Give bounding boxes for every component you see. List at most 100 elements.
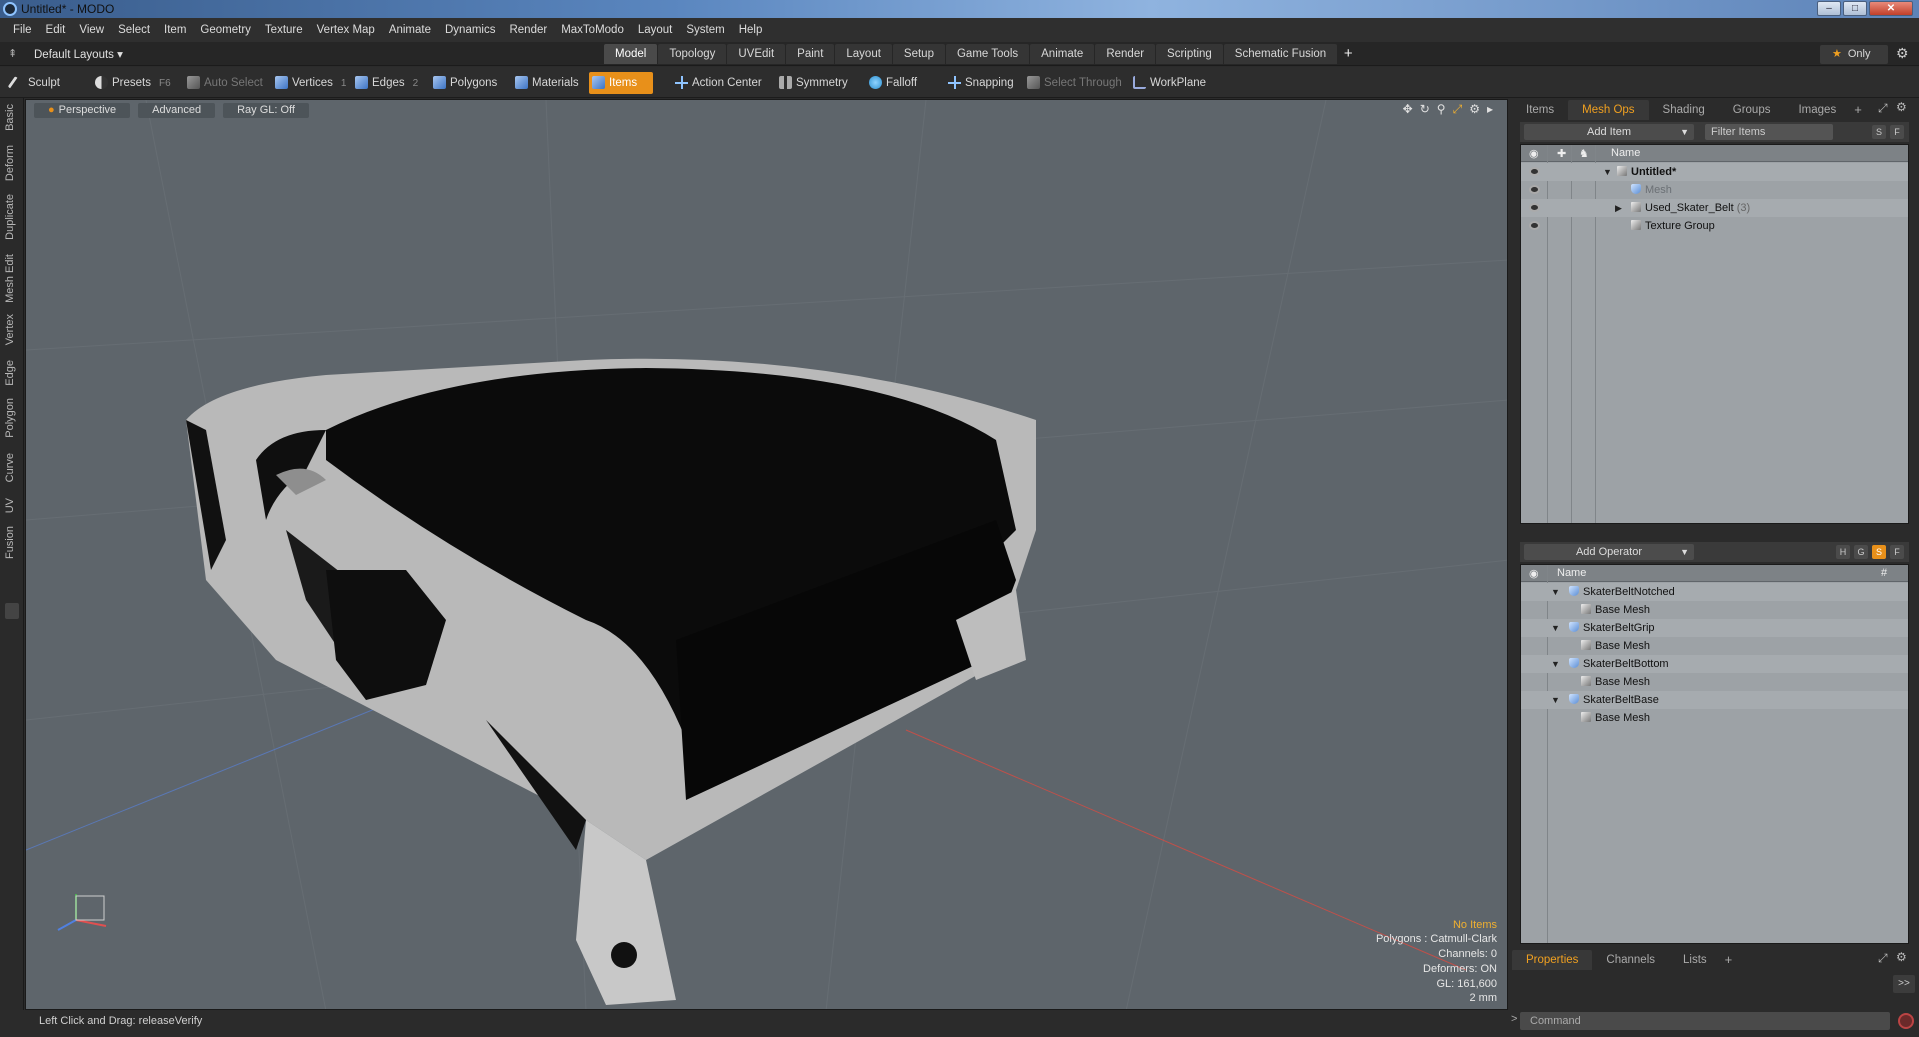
- command-input[interactable]: Command: [1520, 1012, 1890, 1030]
- meshop-row-base-mesh[interactable]: Base Mesh: [1521, 709, 1908, 727]
- move-view-icon[interactable]: ✥: [1403, 102, 1413, 117]
- vtab-edge[interactable]: Edge: [4, 360, 16, 386]
- advanced-button[interactable]: Advanced: [138, 103, 216, 118]
- meshop-row-base-mesh[interactable]: Base Mesh: [1521, 673, 1908, 691]
- symmetry-button[interactable]: Symmetry: [776, 72, 848, 94]
- close-button[interactable]: ✕: [1869, 1, 1913, 16]
- add-item-dropdown[interactable]: Add Item ▼: [1524, 124, 1694, 140]
- vtab-deform[interactable]: Deform: [4, 145, 16, 181]
- menu-vertex-map[interactable]: Vertex Map: [310, 18, 382, 42]
- vtab-vertex[interactable]: Vertex: [4, 314, 16, 345]
- add-panel-tab-button[interactable]: +: [1850, 100, 1866, 120]
- menu-animate[interactable]: Animate: [382, 18, 438, 42]
- add-operator-dropdown[interactable]: Add Operator ▼: [1524, 544, 1694, 560]
- gear-icon[interactable]: ⚙: [1896, 45, 1909, 62]
- filter-items-input[interactable]: Filter Items: [1705, 124, 1833, 140]
- items-f-button[interactable]: F: [1890, 125, 1904, 139]
- zoom-view-icon[interactable]: ⚲: [1437, 102, 1446, 117]
- menu-select[interactable]: Select: [111, 18, 157, 42]
- viewport-gear-icon[interactable]: ⚙: [1469, 102, 1480, 117]
- viewport-expand-icon[interactable]: ▸: [1487, 102, 1493, 117]
- rotate-view-icon[interactable]: ↻: [1420, 102, 1430, 117]
- meshops-h-button[interactable]: H: [1836, 545, 1850, 559]
- menu-render[interactable]: Render: [502, 18, 554, 42]
- tab-channels[interactable]: Channels: [1592, 950, 1669, 970]
- meshop-row-base-mesh[interactable]: Base Mesh: [1521, 601, 1908, 619]
- menu-edit[interactable]: Edit: [39, 18, 73, 42]
- expand-triangle-icon[interactable]: ▼: [1551, 691, 1560, 709]
- panel-expand-icon[interactable]: ⤢: [1878, 951, 1888, 966]
- meshop-row-notched[interactable]: ▼ SkaterBeltNotched: [1521, 583, 1908, 601]
- falloff-button[interactable]: Falloff: [866, 72, 917, 94]
- tab-items[interactable]: Items: [1512, 100, 1568, 120]
- tab-lists[interactable]: Lists: [1669, 950, 1721, 970]
- tab-properties[interactable]: Properties: [1512, 950, 1593, 970]
- tab-render[interactable]: Render: [1095, 44, 1156, 64]
- vtab-duplicate[interactable]: Duplicate: [4, 194, 16, 240]
- vtab-mesh-edit[interactable]: Mesh Edit: [4, 254, 16, 303]
- expand-triangle-icon[interactable]: ▼: [1603, 163, 1612, 181]
- vtab-polygon[interactable]: Polygon: [4, 398, 16, 438]
- eye-icon[interactable]: [1529, 203, 1540, 212]
- menu-texture[interactable]: Texture: [258, 18, 310, 42]
- properties-expand-button[interactable]: >>: [1893, 975, 1915, 993]
- tree-row-mesh[interactable]: Mesh: [1521, 181, 1908, 199]
- meshops-s-button[interactable]: S: [1872, 545, 1886, 559]
- panel-gear-icon[interactable]: ⚙: [1896, 950, 1907, 964]
- tab-mesh-ops[interactable]: Mesh Ops: [1568, 100, 1649, 120]
- workplane-button[interactable]: WorkPlane: [1130, 72, 1206, 94]
- add-panel-tab-button[interactable]: +: [1721, 950, 1737, 970]
- action-center-button[interactable]: Action Center: [672, 72, 762, 94]
- sculpt-button[interactable]: Sculpt: [7, 72, 60, 94]
- meshops-g-button[interactable]: G: [1854, 545, 1868, 559]
- presets-button[interactable]: Presets F6: [92, 72, 171, 94]
- tab-shading[interactable]: Shading: [1649, 100, 1719, 120]
- items-button[interactable]: Items: [589, 72, 654, 94]
- tab-groups[interactable]: Groups: [1719, 100, 1785, 120]
- layout-collapse-icon[interactable]: ⇞: [8, 47, 17, 60]
- menu-view[interactable]: View: [72, 18, 111, 42]
- menu-layout[interactable]: Layout: [631, 18, 680, 42]
- minimize-button[interactable]: –: [1817, 1, 1841, 16]
- menu-file[interactable]: File: [6, 18, 39, 42]
- meshop-row-base-mesh[interactable]: Base Mesh: [1521, 637, 1908, 655]
- tab-schematic-fusion[interactable]: Schematic Fusion: [1223, 44, 1338, 64]
- meshop-row-base[interactable]: ▼ SkaterBeltBase: [1521, 691, 1908, 709]
- expand-triangle-icon[interactable]: ▼: [1551, 619, 1560, 637]
- vtab-basic[interactable]: Basic: [4, 104, 16, 131]
- meshops-f-button[interactable]: F: [1890, 545, 1904, 559]
- menu-system[interactable]: System: [679, 18, 731, 42]
- vtab-curve[interactable]: Curve: [4, 453, 16, 482]
- eye-icon[interactable]: [1529, 185, 1540, 194]
- vertices-button[interactable]: Vertices 1: [272, 72, 346, 94]
- tab-animate[interactable]: Animate: [1030, 44, 1095, 64]
- menu-maxtomodo[interactable]: MaxToModo: [554, 18, 631, 42]
- fit-view-icon[interactable]: ⤢: [1453, 102, 1463, 117]
- tab-scripting[interactable]: Scripting: [1156, 44, 1223, 64]
- meshop-row-grip[interactable]: ▼ SkaterBeltGrip: [1521, 619, 1908, 637]
- tab-paint[interactable]: Paint: [786, 44, 835, 64]
- tab-layout[interactable]: Layout: [835, 44, 892, 64]
- polygons-button[interactable]: Polygons: [430, 72, 497, 94]
- tree-row-untitled[interactable]: ▼ Untitled*: [1521, 163, 1908, 181]
- menu-help[interactable]: Help: [732, 18, 770, 42]
- vtab-fusion[interactable]: Fusion: [4, 526, 16, 559]
- vtab-uv[interactable]: UV: [4, 498, 16, 513]
- left-tabs-toggle[interactable]: [5, 603, 19, 619]
- only-button[interactable]: ★ Only: [1820, 45, 1888, 64]
- expand-triangle-icon[interactable]: ▼: [1551, 655, 1560, 673]
- expand-triangle-icon[interactable]: ▼: [1551, 583, 1560, 601]
- tab-images[interactable]: Images: [1784, 100, 1850, 120]
- panel-expand-icon[interactable]: ⤢: [1878, 101, 1888, 116]
- tab-setup[interactable]: Setup: [892, 44, 945, 64]
- snapping-button[interactable]: Snapping: [945, 72, 1014, 94]
- tree-row-used-skater-belt[interactable]: ▶ Used_Skater_Belt (3): [1521, 199, 1908, 217]
- tab-uvedit[interactable]: UVEdit: [727, 44, 786, 64]
- select-through-button[interactable]: Select Through: [1024, 72, 1122, 94]
- tab-game-tools[interactable]: Game Tools: [945, 44, 1030, 64]
- menu-geometry[interactable]: Geometry: [193, 18, 258, 42]
- layout-selector[interactable]: Default Layouts ▾: [34, 47, 123, 61]
- maximize-button[interactable]: □: [1843, 1, 1867, 16]
- eye-icon[interactable]: [1529, 221, 1540, 230]
- tab-topology[interactable]: Topology: [658, 44, 727, 64]
